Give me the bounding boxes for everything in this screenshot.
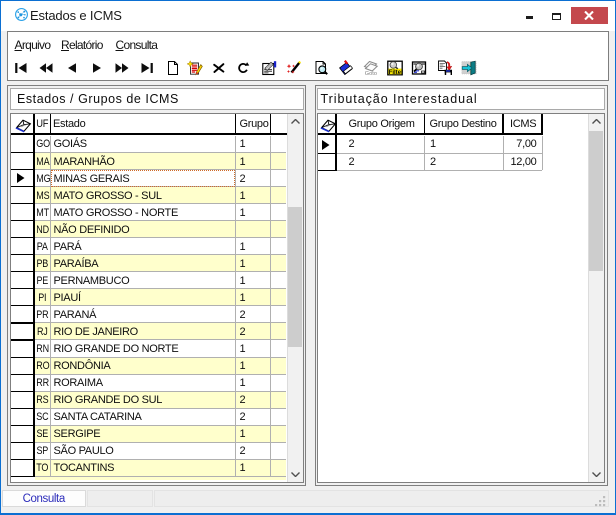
svg-text:Filter: Filter	[388, 70, 402, 76]
svg-text:Goto: Goto	[364, 71, 376, 76]
